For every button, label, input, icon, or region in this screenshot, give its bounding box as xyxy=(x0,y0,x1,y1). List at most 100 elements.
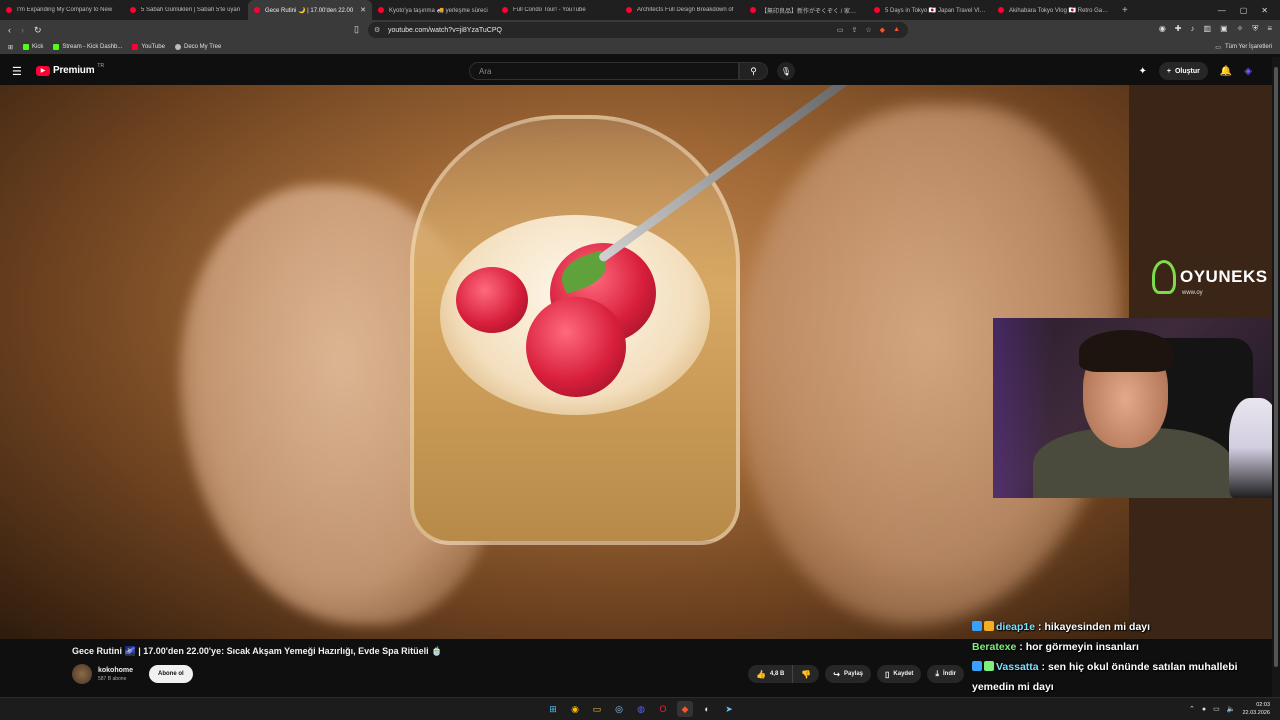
subscribe-button[interactable]: Abone ol xyxy=(149,665,193,683)
sidebar-icon[interactable]: ▥ xyxy=(1204,24,1212,34)
brave-browser-icon[interactable]: ◆ xyxy=(677,701,693,717)
guide-menu-icon[interactable]: ☰ xyxy=(12,65,22,78)
chat-text: : hikayesinden mi dayı xyxy=(1035,621,1151,633)
chat-badge-icon xyxy=(972,661,982,671)
tab[interactable]: 5 Sabah Günlükleri | Sabah 5'te uyan xyxy=(124,0,248,20)
chrome-icon[interactable]: ◉ xyxy=(567,701,583,717)
share-page-icon[interactable]: ⇪ xyxy=(852,26,858,34)
address-toolbar: ‹ › ↻ ▯ ⚙ youtube.com/watch?v=ji8YzaTuCP… xyxy=(0,20,1280,40)
share-button[interactable]: ↪ Paylaş xyxy=(825,665,872,683)
tab-title: Full Condo Tour! - YouTube xyxy=(513,7,586,13)
file-explorer-icon[interactable]: ▭ xyxy=(589,701,605,717)
tab-title: I'm Expanding My Company to New xyxy=(17,7,113,13)
tab-active[interactable]: Gece Rutini 🌙 | 17.00'den 22.00 ✕ xyxy=(248,0,372,20)
notifications-bell-icon[interactable]: 🔔 xyxy=(1220,66,1232,77)
tab[interactable]: Akihabara Tokyo Vlog 🇯🇵 Retro Game xyxy=(992,0,1116,20)
scrollbar-thumb[interactable] xyxy=(1274,67,1278,667)
channel-avatar[interactable] xyxy=(72,664,92,684)
install-app-icon[interactable]: ▭ xyxy=(837,26,844,34)
tab[interactable]: I'm Expanding My Company to New xyxy=(0,0,124,20)
puzzle-icon[interactable]: ✚ xyxy=(1175,24,1182,34)
tab[interactable]: Kyoto'ya taşınma 🚚 yerleşme süreci xyxy=(372,0,496,20)
tab-title: Gece Rutini 🌙 | 17.00'den 22.00 xyxy=(265,7,354,14)
volume-icon[interactable]: 🔈 xyxy=(1227,705,1236,713)
brave-rewards-icon[interactable]: ▲ xyxy=(893,26,900,34)
save-label: Kaydet xyxy=(893,671,914,677)
kick-icon xyxy=(53,44,60,50)
site-info-icon[interactable]: ⚙ xyxy=(374,26,380,34)
youtube-favicon-icon xyxy=(378,7,384,13)
channel-row: kokohome 587 B abone Abone ol xyxy=(72,664,193,684)
avatar[interactable]: ◈ xyxy=(1244,66,1252,77)
dislike-button[interactable]: 👎 xyxy=(793,665,820,683)
obs-icon[interactable]: ◐ xyxy=(699,701,715,717)
windows-start-icon[interactable]: ⊞ xyxy=(545,701,561,717)
ai-icon[interactable]: ✧ xyxy=(1237,24,1244,34)
bookmark-kick-dashboard[interactable]: Stream - Kick Dashb... xyxy=(53,44,122,50)
back-icon[interactable]: ‹ xyxy=(8,25,11,36)
search-button[interactable]: ⚲ xyxy=(739,62,768,80)
chat-badge-icon xyxy=(984,621,994,631)
search-input[interactable]: Ara xyxy=(469,62,739,80)
save-button[interactable]: ▯ Kaydet xyxy=(877,665,922,683)
brave-shields-icon[interactable]: ◆ xyxy=(880,26,885,34)
close-window-icon[interactable]: ✕ xyxy=(1261,6,1268,15)
maximize-icon[interactable]: ▢ xyxy=(1240,6,1248,15)
media-icon[interactable]: ♪ xyxy=(1191,24,1195,34)
reload-icon[interactable]: ↻ xyxy=(34,25,42,36)
bookmark-icon[interactable]: ▯ xyxy=(354,24,359,35)
download-button[interactable]: ⤓ İndir xyxy=(927,665,964,683)
all-bookmarks[interactable]: ▭ Tüm Yer İşaretleri xyxy=(1215,40,1272,54)
tab[interactable]: 【無印良品】新作がぞくぞく / 家具が良き xyxy=(744,0,868,20)
bookmark-deco-my-tree[interactable]: Deco My Tree xyxy=(174,44,221,50)
new-tab-icon[interactable]: + xyxy=(1116,5,1134,16)
forward-icon[interactable]: › xyxy=(21,25,24,36)
tab[interactable]: 5 Days in Tokyo 🇯🇵 Japan Travel Vlog xyxy=(868,0,992,20)
voice-search-button[interactable]: 🎙 xyxy=(777,62,795,80)
clock[interactable]: 02:03 22.03.2026 xyxy=(1242,701,1270,717)
apps-grid-icon[interactable]: ⊞ xyxy=(8,44,13,51)
windows-taskbar: ⊞ ◉ ▭ ◎ ◍ O ◆ ◐ ➤ ⌃ ● ▭ 🔈 02:03 22.03.20… xyxy=(0,697,1280,720)
tab[interactable]: Full Condo Tour! - YouTube xyxy=(496,0,620,20)
cast-icon[interactable]: ✦ xyxy=(1138,66,1146,77)
youtube-favicon-icon xyxy=(254,7,260,13)
close-tab-icon[interactable]: ✕ xyxy=(360,6,366,14)
menu-icon[interactable]: ≡ xyxy=(1267,24,1272,34)
youtube-masthead: ☰ ▶ Premium TR Ara ⚲ 🎙 ✦ + Oluştur 🔔 ◈ xyxy=(0,57,1272,85)
thumbs-up-icon: 👍 xyxy=(756,669,766,679)
create-button[interactable]: + Oluştur xyxy=(1158,62,1208,80)
bookmark-youtube[interactable]: YouTube xyxy=(132,44,165,50)
extension-icon[interactable]: ◉ xyxy=(1159,24,1166,34)
bookmark-star-icon[interactable]: ☆ xyxy=(865,26,871,34)
discord-icon[interactable]: ◍ xyxy=(633,701,649,717)
country-code: TR xyxy=(97,62,105,69)
opera-icon[interactable]: O xyxy=(655,701,671,717)
steam-icon[interactable]: ◎ xyxy=(611,701,627,717)
masthead-actions: ✦ + Oluştur 🔔 ◈ xyxy=(1138,62,1252,80)
youtube-favicon-icon xyxy=(130,7,136,13)
display-icon[interactable]: ▭ xyxy=(1213,705,1220,713)
channel-info: kokohome 587 B abone xyxy=(98,667,133,682)
window-controls: — ▢ ✕ xyxy=(1218,0,1280,20)
steam-alt-icon[interactable]: ➤ xyxy=(721,701,737,717)
share-label: Paylaş xyxy=(843,671,864,677)
url-bar[interactable]: ⚙ youtube.com/watch?v=ji8YzaTuCPQ ▭ ⇪ ☆ … xyxy=(368,22,908,38)
channel-name[interactable]: kokohome xyxy=(98,667,133,674)
page-scrollbar[interactable] xyxy=(1272,57,1280,697)
search-icon: ⚲ xyxy=(750,65,757,76)
youtube-favicon-icon xyxy=(6,7,12,13)
tray-chevron-icon[interactable]: ⌃ xyxy=(1189,705,1195,713)
microphone-tray-icon[interactable]: ● xyxy=(1202,706,1206,713)
like-button[interactable]: 👍 4,8 B xyxy=(748,665,794,683)
tab[interactable]: Architects Full Design Breakdown of xyxy=(620,0,744,20)
wallet-icon[interactable]: ▣ xyxy=(1220,24,1228,34)
bookmark-kick[interactable]: Kick xyxy=(23,44,43,50)
youtube-logo[interactable]: ▶ Premium TR xyxy=(36,62,105,76)
url-bar-actions: ▭ ⇪ ☆ ◆ ▲ xyxy=(837,26,900,34)
download-label: İndir xyxy=(942,671,956,677)
minimize-icon[interactable]: — xyxy=(1218,6,1226,15)
all-bookmarks-label: Tüm Yer İşaretleri xyxy=(1224,44,1272,50)
vpn-icon[interactable]: ⛨ xyxy=(1252,24,1258,34)
bookmark-save-icon: ▯ xyxy=(885,669,890,679)
video-player[interactable]: OYUNEKS www.oy xyxy=(0,85,1272,639)
